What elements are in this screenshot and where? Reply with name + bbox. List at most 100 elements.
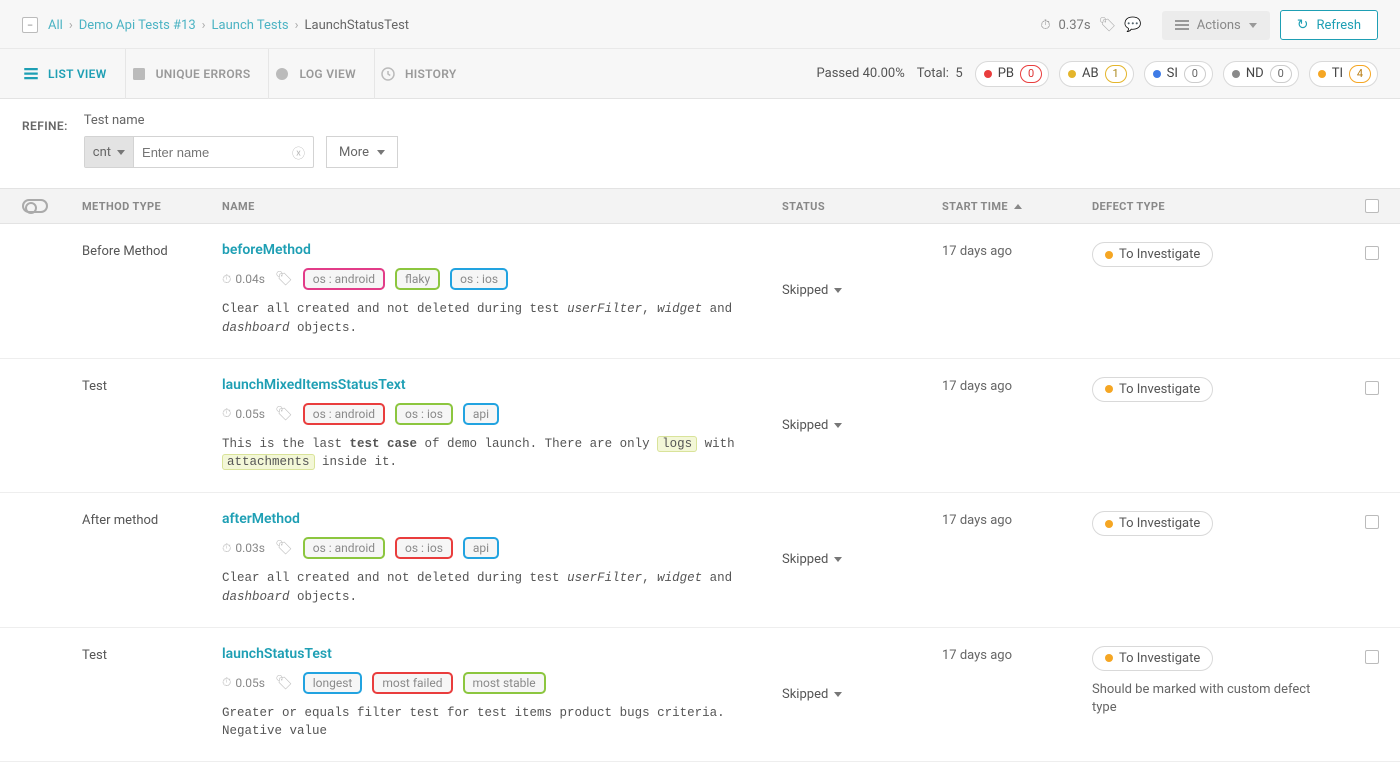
- history-icon: [379, 65, 397, 83]
- select-row-checkbox[interactable]: [1365, 381, 1379, 395]
- name-operator-dropdown[interactable]: cnt: [85, 137, 134, 167]
- defect-type-badge[interactable]: To Investigate: [1092, 242, 1213, 267]
- defect-pill-si[interactable]: SI0: [1144, 61, 1213, 87]
- table-header: METHOD TYPE NAME STATUS START TIME DEFEC…: [0, 188, 1400, 224]
- test-name-link[interactable]: afterMethod: [222, 511, 300, 527]
- chevron-down-icon: [377, 150, 385, 155]
- crumb-suite[interactable]: Launch Tests: [212, 18, 289, 33]
- status-dot-icon: [1105, 251, 1113, 259]
- attribute-tag[interactable]: os : ios: [450, 268, 508, 290]
- attribute-tag[interactable]: api: [463, 403, 499, 425]
- method-type: After method: [82, 511, 222, 607]
- tab-unique-errors[interactable]: UNIQUE ERRORS: [126, 49, 270, 99]
- crumb-launch[interactable]: Demo Api Tests #13: [79, 18, 196, 33]
- attribute-tag[interactable]: longest: [303, 672, 363, 694]
- test-description: Greater or equals filter test for test i…: [222, 704, 782, 742]
- select-all-checkbox[interactable]: [1365, 199, 1379, 213]
- tag-icon[interactable]: 🏷: [275, 271, 293, 287]
- defect-pill-ab[interactable]: AB1: [1059, 61, 1134, 87]
- start-time: 17 days ago: [942, 511, 1092, 607]
- chevron-down-icon: [117, 150, 125, 155]
- tag-icon[interactable]: 🏷: [275, 406, 293, 422]
- tab-history[interactable]: HISTORY: [375, 49, 475, 99]
- refine-label: REFINE:: [22, 113, 68, 133]
- clock-icon: [222, 541, 231, 556]
- tab-list-view[interactable]: LIST VIEW: [22, 49, 126, 99]
- total-count: Total: 5: [917, 66, 963, 81]
- defect-pill-nd[interactable]: ND0: [1223, 61, 1299, 87]
- name-filter-input[interactable]: [142, 145, 292, 160]
- chevron-down-icon: [834, 557, 842, 562]
- pill-code: PB: [998, 66, 1014, 81]
- attribute-tag[interactable]: os : android: [303, 537, 385, 559]
- actions-menu-button[interactable]: Actions: [1162, 11, 1270, 40]
- refresh-label: Refresh: [1317, 18, 1361, 33]
- defect-pill-ti[interactable]: TI 4: [1309, 61, 1378, 87]
- test-name-link[interactable]: launchMixedItemsStatusText: [222, 377, 406, 393]
- test-name-link[interactable]: beforeMethod: [222, 242, 311, 258]
- test-duration: 0.04s: [222, 272, 265, 287]
- chevron-right-icon: ›: [202, 18, 206, 33]
- attribute-tag[interactable]: os : android: [303, 403, 385, 425]
- comment-icon[interactable]: 💬: [1124, 17, 1141, 33]
- attribute-tag[interactable]: os : ios: [395, 537, 453, 559]
- list-icon: [22, 65, 40, 83]
- defect-note: Should be marked with custom defect type: [1092, 681, 1312, 717]
- test-name-link[interactable]: launchStatusTest: [222, 646, 332, 662]
- item-meta: 0.37s 🏷 💬: [1040, 17, 1141, 33]
- attribute-tag[interactable]: os : android: [303, 268, 385, 290]
- attribute-tag[interactable]: most stable: [463, 672, 546, 694]
- status-dot-icon: [1318, 70, 1326, 78]
- method-type: Before Method: [82, 242, 222, 338]
- status-dot-icon: [1105, 520, 1113, 528]
- start-time: 17 days ago: [942, 242, 1092, 338]
- status-dropdown[interactable]: Skipped: [782, 646, 942, 742]
- collapse-toggle[interactable]: −: [22, 17, 38, 33]
- tag-icon[interactable]: 🏷: [275, 675, 293, 691]
- defect-type-badge[interactable]: To Investigate: [1092, 646, 1213, 671]
- attribute-tag[interactable]: most failed: [372, 672, 452, 694]
- attribute-tag[interactable]: flaky: [395, 268, 440, 290]
- refresh-button[interactable]: Refresh: [1280, 10, 1378, 40]
- status-dot-icon: [984, 70, 992, 78]
- chevron-right-icon: ›: [295, 18, 299, 33]
- crumb-all[interactable]: All: [48, 18, 63, 33]
- col-name[interactable]: NAME: [222, 200, 782, 213]
- select-row-checkbox[interactable]: [1365, 650, 1379, 664]
- clear-input-icon[interactable]: ⓧ: [292, 143, 305, 162]
- test-row: Before MethodbeforeMethod 0.04s 🏷 os : andr…: [0, 224, 1400, 359]
- status-dropdown[interactable]: Skipped: [782, 242, 942, 338]
- col-start-time[interactable]: START TIME: [942, 200, 1092, 213]
- select-row-checkbox[interactable]: [1365, 515, 1379, 529]
- chevron-down-icon: [834, 423, 842, 428]
- status-dot-icon: [1232, 70, 1240, 78]
- tab-log-view[interactable]: LOG VIEW: [269, 49, 375, 99]
- pill-count: 4: [1349, 65, 1371, 83]
- refresh-icon: [1297, 17, 1309, 33]
- col-status[interactable]: STATUS: [782, 200, 942, 213]
- hamburger-icon: [1175, 20, 1189, 30]
- passed-percent: Passed 40.00%: [817, 66, 905, 81]
- clock-icon: [222, 406, 231, 421]
- pill-code: TI: [1332, 66, 1343, 81]
- status-dropdown[interactable]: Skipped: [782, 511, 942, 607]
- crumb-current: LaunchStatusTest: [305, 18, 410, 33]
- pill-count: 0: [1020, 65, 1042, 83]
- select-row-checkbox[interactable]: [1365, 246, 1379, 260]
- tag-icon[interactable]: 🏷: [275, 540, 293, 556]
- defect-type-badge[interactable]: To Investigate: [1092, 511, 1213, 536]
- test-description: Clear all created and not deleted during…: [222, 300, 782, 338]
- col-method[interactable]: METHOD TYPE: [82, 200, 222, 213]
- attribute-tag[interactable]: os : ios: [395, 403, 453, 425]
- more-filters-button[interactable]: More: [326, 136, 398, 168]
- col-defect[interactable]: DEFECT TYPE: [1092, 200, 1342, 213]
- log-icon: [273, 65, 291, 83]
- status-dot-icon: [1068, 70, 1076, 78]
- clock-icon: [222, 675, 231, 690]
- defect-type-badge[interactable]: To Investigate: [1092, 377, 1213, 402]
- method-type-toggle[interactable]: [22, 199, 48, 213]
- status-dropdown[interactable]: Skipped: [782, 377, 942, 473]
- attribute-tag[interactable]: api: [463, 537, 499, 559]
- defect-pill-pb[interactable]: PB 0: [975, 61, 1049, 87]
- tag-icon[interactable]: 🏷: [1099, 17, 1117, 33]
